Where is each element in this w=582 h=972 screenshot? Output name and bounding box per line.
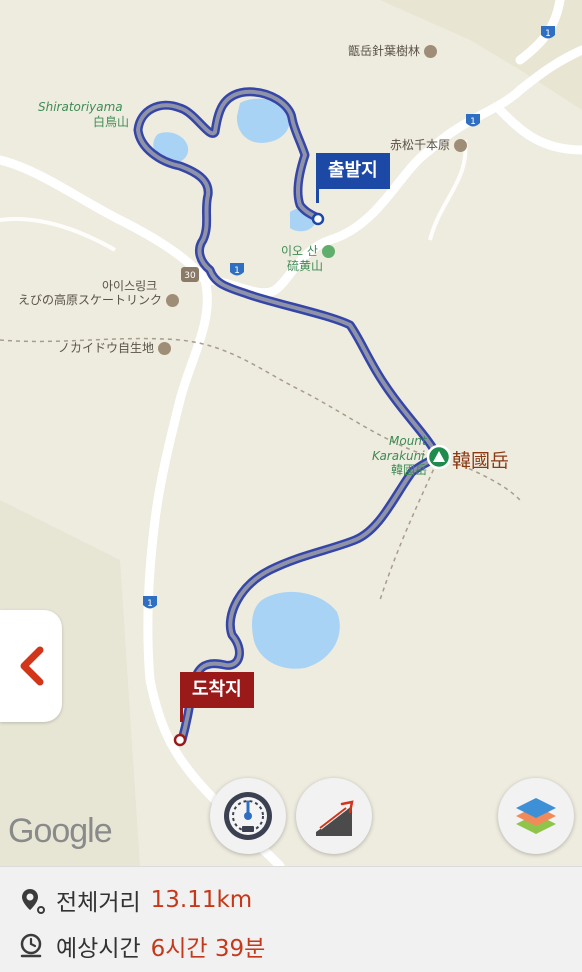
- road-1-shield-d: 1: [147, 599, 153, 609]
- road-1-shield-c: 1: [545, 29, 551, 39]
- poi-icon: [454, 139, 468, 152]
- mountain-icon: [321, 245, 335, 258]
- poi-forest[interactable]: 甑岳針葉樹林: [348, 44, 438, 58]
- poi-icon: [424, 45, 438, 58]
- speedometer-button[interactable]: [210, 778, 286, 854]
- route-info-panel: 전체거리 13.11km 예상시간 6시간 39분: [0, 866, 582, 972]
- time-row: 예상시간 6시간 39분: [18, 929, 265, 963]
- map-view[interactable]: 30 1 1 1 1 Shiratoriyama 白鳥山 甑岳針葉樹林 赤松千本…: [0, 0, 582, 871]
- start-badge[interactable]: 출발지: [316, 153, 390, 203]
- distance-label: 전체거리: [56, 890, 141, 916]
- poi-shiratori-en: Shiratoriyama: [38, 100, 123, 114]
- poi-nokaidou-label: ノカイドウ自生地: [58, 341, 155, 355]
- clock-pin-icon: [20, 933, 42, 958]
- start-marker[interactable]: [311, 212, 325, 226]
- summit-label: 韓國岳: [452, 450, 510, 472]
- poi-ice-rink-kr: 아이스링크: [102, 279, 158, 293]
- elevation-slope-icon: [316, 800, 354, 836]
- poi-forest-label: 甑岳針葉樹林: [348, 44, 421, 58]
- location-pin-icon: [22, 889, 45, 914]
- road-30-shield: 30: [184, 271, 196, 281]
- layers-icon: [516, 798, 556, 834]
- end-badge[interactable]: 도착지: [180, 672, 254, 722]
- chevron-left-icon: [20, 646, 44, 686]
- poi-icon: [158, 342, 172, 355]
- poi-icon: [166, 294, 180, 307]
- map-canvas[interactable]: 30 1 1 1 1: [0, 0, 582, 871]
- poi-shiratori-jp: 白鳥山: [93, 115, 130, 129]
- end-marker[interactable]: [173, 733, 187, 747]
- layers-button[interactable]: [498, 778, 574, 854]
- poi-mount-en-1: Mount: [389, 434, 427, 448]
- google-attribution: Google: [8, 812, 113, 850]
- back-button[interactable]: [0, 610, 62, 722]
- distance-value: 13.11km: [150, 887, 253, 913]
- speedometer-icon: [224, 792, 272, 840]
- time-value: 6시간 39분: [150, 936, 266, 962]
- road-1-shield-b: 1: [470, 117, 476, 127]
- poi-io-kr[interactable]: 이오 산: [281, 244, 335, 258]
- poi-io-jp: 硫黄山: [287, 259, 324, 273]
- poi-akamatsu[interactable]: 赤松千本原: [390, 138, 468, 152]
- poi-mount-en-2: Karakuni: [372, 449, 425, 463]
- poi-ice-rink[interactable]: えびの高原スケートリンク: [18, 293, 180, 307]
- elevation-button[interactable]: [296, 778, 372, 854]
- distance-row: 전체거리 13.11km: [18, 883, 252, 917]
- road-1-shield-a: 1: [234, 266, 240, 276]
- poi-nokaidou[interactable]: ノカイドウ自生地: [58, 341, 172, 355]
- poi-io-kr-label: 이오 산: [281, 244, 318, 258]
- poi-ice-rink-jp-label: えびの高原スケートリンク: [18, 293, 163, 307]
- time-label: 예상시간: [56, 936, 141, 962]
- poi-mount-jp-small: 韓國岳: [391, 463, 428, 477]
- poi-akamatsu-label: 赤松千本原: [390, 138, 451, 152]
